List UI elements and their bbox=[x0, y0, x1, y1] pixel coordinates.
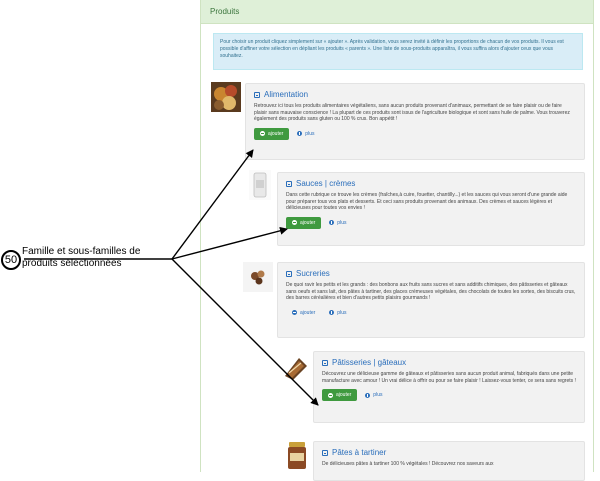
annotation-number: 50 bbox=[1, 250, 21, 270]
annotation-arrows bbox=[24, 149, 319, 406]
annotation-label: Famille et sous-familles de produits sél… bbox=[22, 246, 141, 269]
